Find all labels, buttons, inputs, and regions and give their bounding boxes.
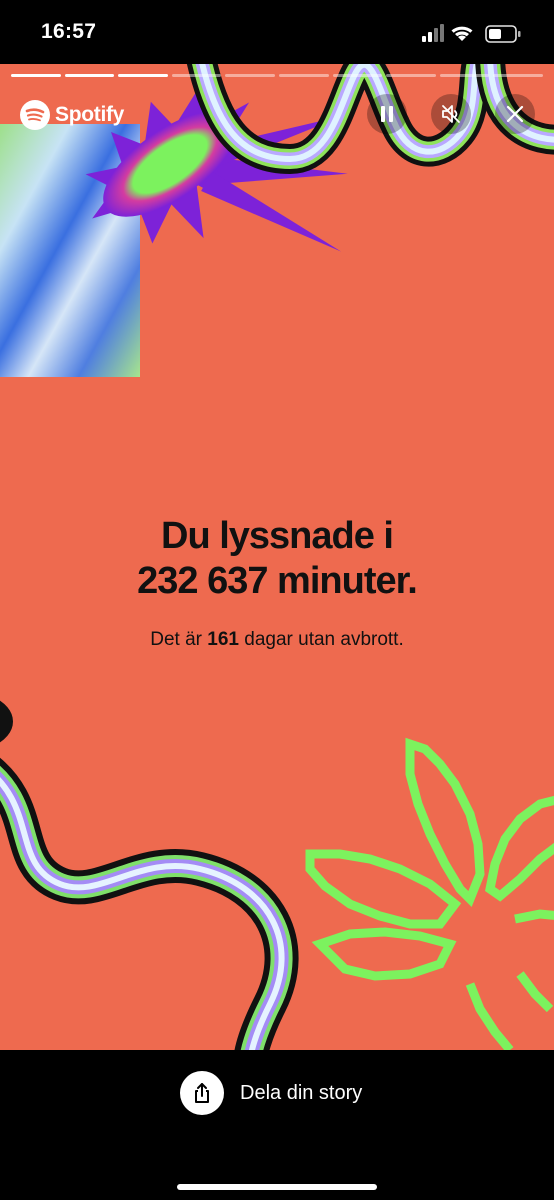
close-button[interactable] [495, 94, 535, 134]
pause-button[interactable] [367, 94, 407, 134]
pause-icon [381, 106, 393, 122]
share-icon [195, 1083, 209, 1103]
status-icons [422, 22, 532, 46]
bottom-bar: Dela din story [0, 1050, 554, 1200]
progress-segment [278, 74, 329, 77]
progress-segment [11, 74, 61, 77]
story-progress [11, 74, 543, 78]
progress-segment [225, 74, 275, 77]
subline-prefix: Det är [150, 629, 208, 650]
headline-line-2: 232 637 minuter. [137, 560, 418, 602]
progress-segment [386, 74, 436, 77]
progress-segment [171, 74, 222, 77]
subline-suffix: dagar utan avbrott. [238, 629, 404, 650]
progress-segment [64, 74, 115, 77]
status-time: 16:57 [41, 20, 97, 43]
minutes-headline: Du lyssnade i 232 637 minuter. [0, 514, 554, 604]
spotify-logo: Spotify [20, 98, 124, 132]
share-label[interactable]: Dela din story [240, 1082, 362, 1105]
progress-segment [439, 74, 490, 77]
headline-line-1: Du lyssnade i [161, 515, 394, 557]
progress-segment [332, 74, 383, 77]
brand-name: Spotify [55, 103, 125, 126]
share-icon-circle[interactable] [180, 1071, 224, 1115]
speaker-mute-icon [442, 105, 460, 123]
days-count: 161 [207, 629, 239, 650]
status-bar: 16:57 [0, 0, 554, 64]
spotify-icon [20, 100, 50, 130]
battery-icon [485, 25, 521, 43]
story-card[interactable]: Spotify Du lyssnade i 232 637 minuter. D… [0, 64, 554, 1050]
days-subline: Det är 161 dagar utan avbrott. [0, 629, 554, 651]
share-story-button[interactable]: Dela din story [180, 1071, 362, 1115]
signal-icon [422, 24, 444, 42]
progress-segment [118, 74, 168, 77]
wifi-icon [451, 26, 473, 41]
progress-segment [493, 74, 543, 77]
mute-button[interactable] [431, 94, 471, 134]
close-icon [506, 105, 524, 123]
home-indicator[interactable] [177, 1184, 377, 1190]
